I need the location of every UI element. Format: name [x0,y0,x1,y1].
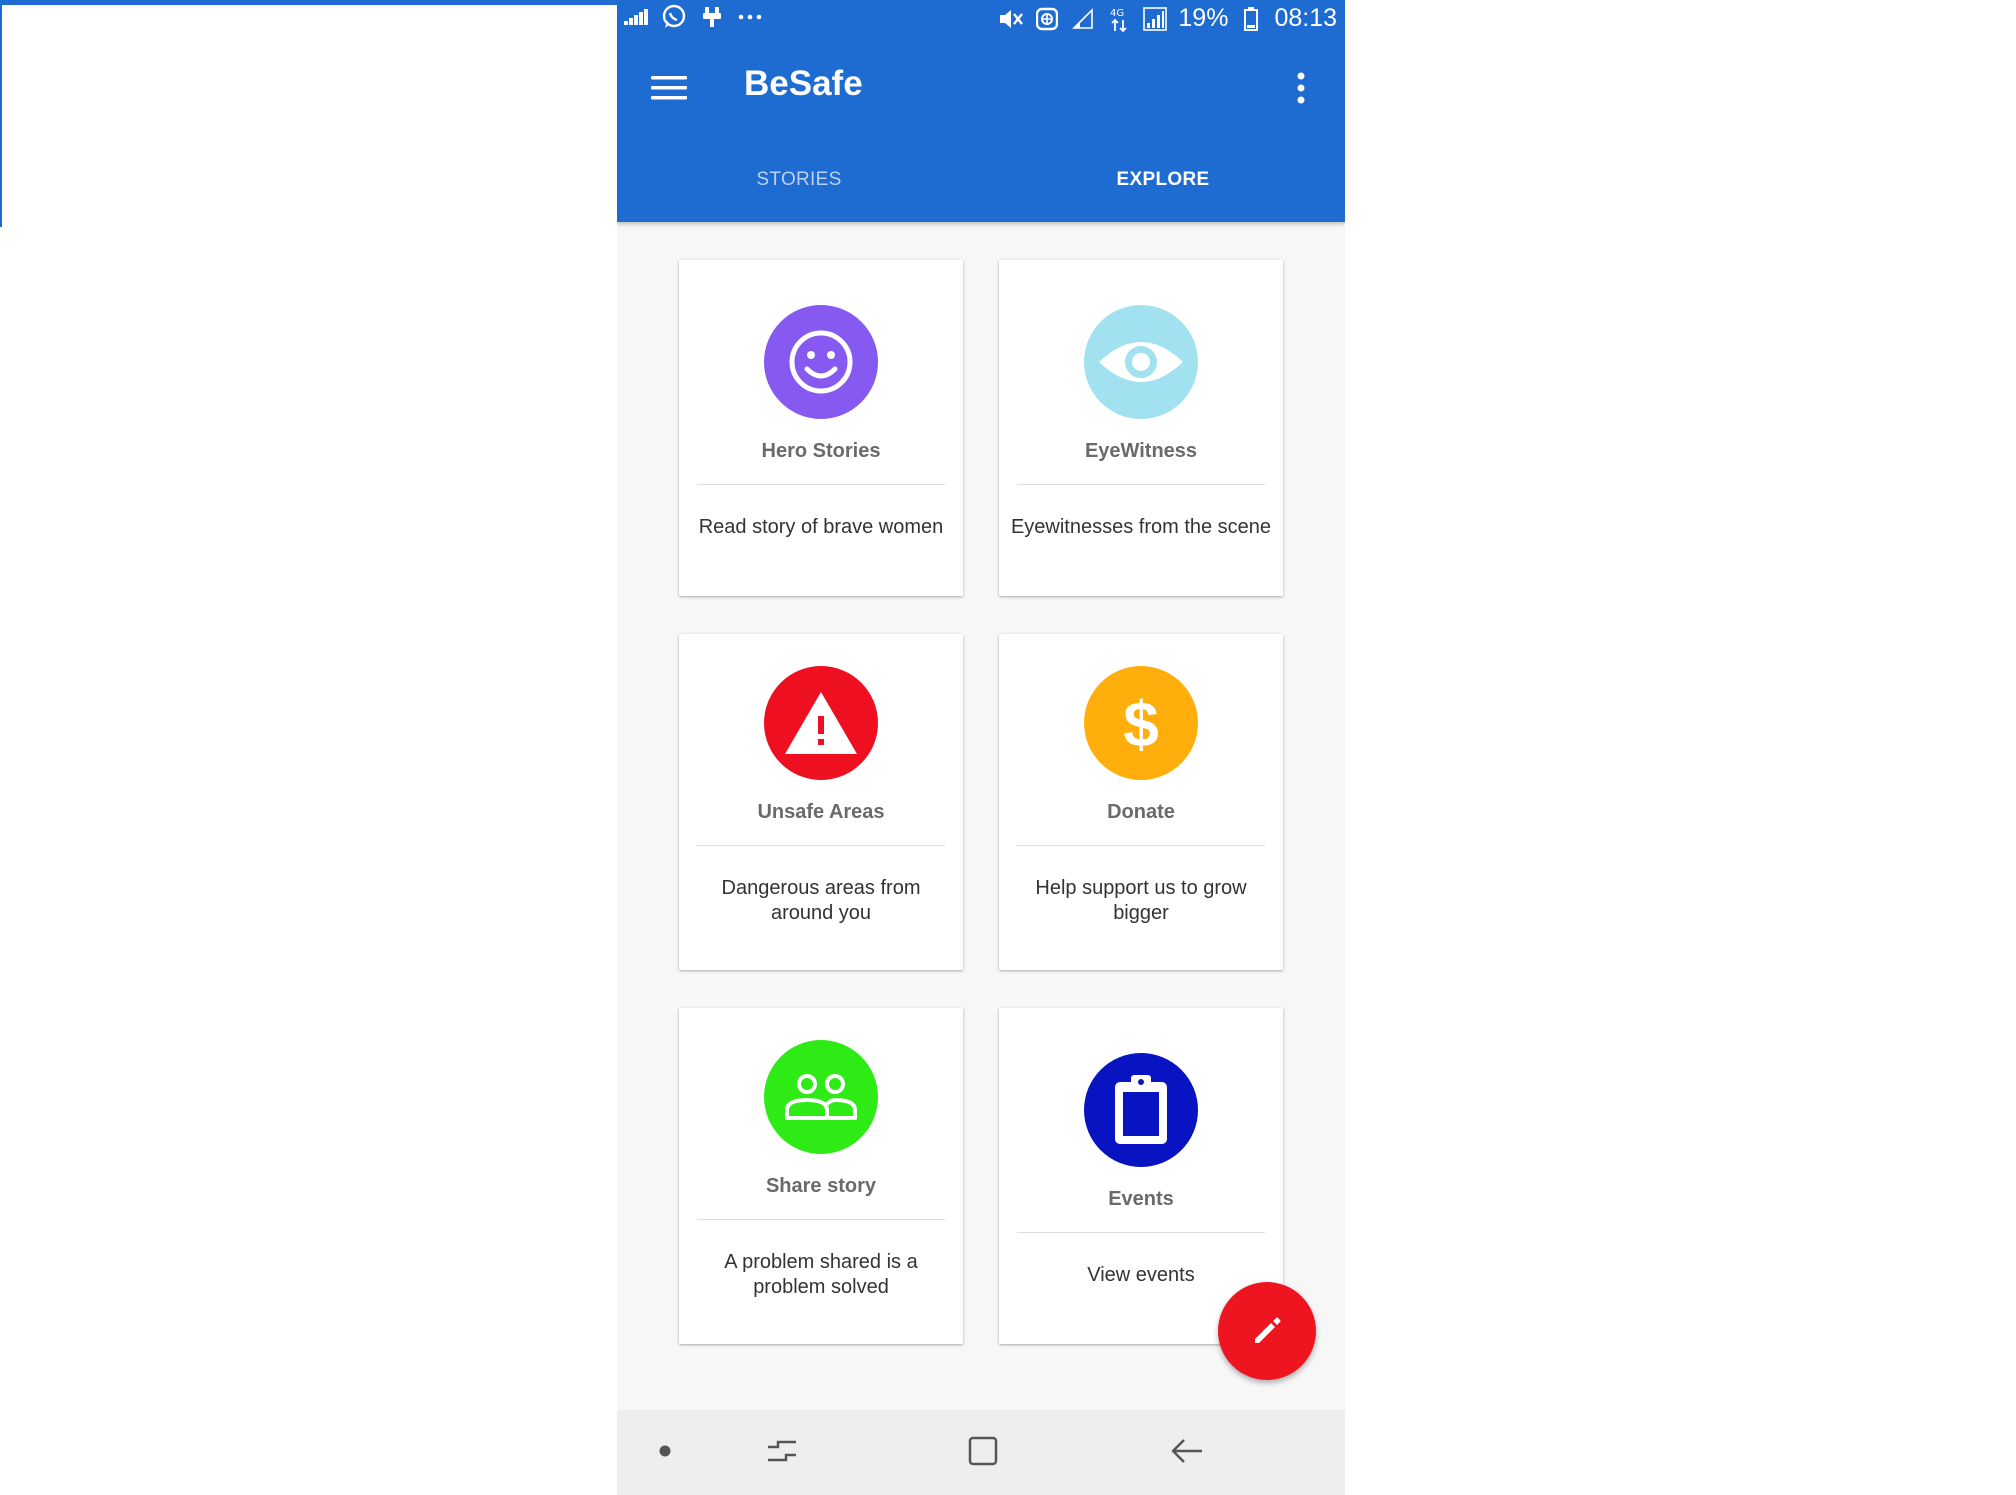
card-title: Hero Stories [761,440,881,462]
deezer-icon [623,4,649,30]
compose-fab[interactable] [1218,1282,1316,1380]
svg-text:$: $ [1123,688,1159,758]
status-bar: 4G 19% 08:13 [617,0,1345,38]
hero-stories-icon-circle [764,305,878,419]
card-title: Events [1108,1188,1174,1210]
status-indicators: 4G 19% 08:13 [998,4,1337,33]
nav-dot-icon[interactable] [640,1426,690,1476]
card-donate[interactable]: $ Donate Help support us to grow bigger [999,634,1283,970]
smiley-icon [789,330,853,394]
card-description: Dangerous areas from around you [721,877,921,924]
tab-bar: STORIES EXPLORE [617,145,1345,215]
overflow-menu-icon[interactable] [1277,64,1325,112]
card-title: EyeWitness [1084,440,1198,462]
card-divider [697,484,945,485]
back-icon[interactable] [1162,1426,1212,1476]
events-icon-circle [1084,1053,1198,1167]
share-story-icon-circle [764,1040,878,1154]
card-description: Eyewitnesses from the scene [1010,516,1272,538]
clipboard-icon [1115,1075,1167,1144]
mute-icon [998,6,1024,32]
home-icon[interactable] [958,1426,1008,1476]
usb-charging-icon [699,4,725,30]
toolbar: BeSafe [617,38,1345,138]
clock: 08:13 [1274,4,1337,32]
people-icon [785,1074,857,1120]
recent-apps-icon[interactable] [757,1426,807,1476]
4g-icon: 4G [1106,6,1132,32]
window-accent-top [0,0,617,5]
pencil-icon [1255,1317,1281,1343]
system-nav-bar [617,1410,1345,1495]
phone-screen: 4G 19% 08:13 BeSafe STORIES EXPLORE Hero… [617,0,1345,1495]
card-title: Share story [765,1175,877,1197]
tab-stories[interactable]: STORIES [617,145,981,215]
signal-weak-icon [1070,6,1096,32]
dollar-icon: $ [1123,688,1159,758]
app-bar: 4G 19% 08:13 BeSafe STORIES EXPLORE [617,0,1345,222]
card-title: Donate [1107,801,1175,823]
card-description: Read story of brave women [698,516,944,538]
card-share-story[interactable]: Share story A problem shared is a proble… [679,1008,963,1344]
window-accent-side [0,0,2,227]
more-notifications-icon [737,4,763,30]
card-title: Unsafe Areas [757,801,885,823]
data-saver-icon [1034,6,1060,32]
unsafe-areas-icon-circle [764,666,878,780]
warning-icon [785,692,857,754]
app-title: BeSafe [744,64,863,103]
donate-icon-circle: $ [1084,666,1198,780]
card-hero-stories[interactable]: Hero Stories Read story of brave women [679,260,963,596]
card-divider [697,1219,945,1220]
card-divider [697,845,945,846]
eyewitness-icon-circle [1084,305,1198,419]
battery-percentage: 19% [1178,4,1229,32]
card-description: View events [1087,1264,1195,1286]
battery-icon [1238,6,1264,32]
card-unsafe-areas[interactable]: Unsafe Areas Dangerous areas from around… [679,634,963,970]
whatsapp-icon [661,4,687,30]
card-divider [1017,845,1265,846]
status-notifications [623,4,763,30]
card-divider [1017,1232,1265,1233]
svg-text:4G: 4G [1110,8,1124,19]
card-description: Help support us to grow bigger [1035,877,1247,924]
card-description: A problem shared is a problem solved [724,1251,918,1298]
card-eyewitness[interactable]: EyeWitness Eyewitnesses from the scene [999,260,1283,596]
signal-icon [1142,6,1168,32]
tab-explore[interactable]: EXPLORE [981,145,1345,215]
hamburger-menu-icon[interactable] [645,64,693,112]
eye-icon [1099,342,1183,382]
card-divider [1017,484,1265,485]
